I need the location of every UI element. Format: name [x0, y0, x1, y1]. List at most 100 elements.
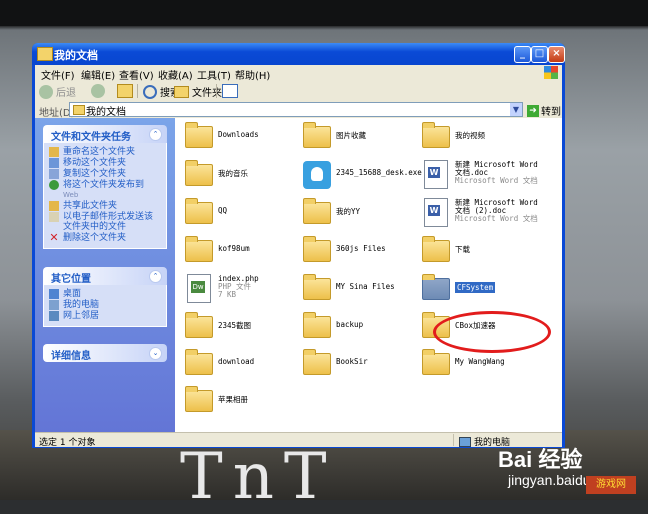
task-delete[interactable]: ✕ 删除这个文件夹	[49, 231, 161, 244]
email-icon	[49, 212, 59, 222]
windows-logo-icon	[544, 66, 558, 79]
folder-downloads-cn[interactable]: 下载	[418, 236, 536, 270]
place-desktop[interactable]: 桌面	[49, 289, 161, 299]
folder-cfsystem[interactable]: CFSystem	[418, 274, 536, 308]
file-word-doc-2[interactable]: W 新建 Microsoft Word 文档 (2).doc Microsoft Wo…	[418, 196, 538, 230]
go-button[interactable]: ➜ 转到	[527, 103, 561, 118]
details-panel: 详细信息 ⌄	[43, 344, 167, 362]
views-icon	[222, 84, 238, 98]
file-name: MY Sina Files	[336, 282, 395, 291]
delete-icon: ✕	[49, 231, 59, 244]
folder-booksir[interactable]: BookSir	[299, 349, 417, 383]
file-name: 图片收藏	[336, 131, 366, 140]
chevron-down-icon[interactable]: ▼	[510, 103, 522, 116]
search-icon	[143, 84, 157, 99]
menu-view[interactable]: 查看(V)	[119, 67, 154, 82]
file-exe[interactable]: 2345_15688_desk.exe	[299, 160, 422, 194]
task-label: 共享此文件夹	[63, 201, 118, 211]
close-button[interactable]: ×	[548, 46, 565, 63]
file-name: QQ	[218, 206, 228, 215]
folder-qq[interactable]: QQ	[181, 198, 299, 232]
file-tasks-panel: 文件和文件夹任务 ⌃ 重命名这个文件夹 移动这个文件夹 复制这个文件夹 将这个文…	[43, 125, 167, 249]
back-label: 后退	[56, 88, 76, 99]
minimize-button[interactable]: _	[514, 46, 531, 63]
other-places-list: 桌面 我的电脑 网上邻居	[43, 285, 167, 327]
task-rename[interactable]: 重命名这个文件夹	[49, 147, 161, 157]
baidu-url-watermark: jingyan.baidu	[508, 472, 591, 488]
folder-icon	[303, 122, 331, 148]
chevron-down-icon[interactable]: ⌄	[149, 347, 162, 360]
title-bar[interactable]: 我的文档 _ □ ×	[32, 43, 565, 65]
menu-file[interactable]: 文件(F)	[41, 67, 75, 82]
file-name: download	[218, 357, 255, 366]
folder-wangwang[interactable]: My WangWang	[418, 349, 536, 383]
forward-arrow-icon	[91, 84, 105, 98]
folder-music[interactable]: 我的音乐	[181, 160, 299, 194]
folder-videos[interactable]: 我的视频	[418, 122, 536, 156]
task-label: 删除这个文件夹	[63, 233, 127, 243]
folder-kof98um[interactable]: kof98um	[181, 236, 299, 270]
folder-pictures[interactable]: 图片收藏	[299, 122, 417, 156]
application-icon	[303, 161, 331, 189]
menu-tools[interactable]: 工具(T)	[197, 67, 231, 82]
folder-icon	[185, 198, 213, 224]
folder-download[interactable]: download	[181, 349, 299, 383]
file-php[interactable]: Dw index.php PHP 文件 7 KB	[181, 272, 299, 306]
file-name: 我的YY	[336, 207, 361, 216]
my-computer-icon	[459, 436, 471, 447]
back-button[interactable]: 后退	[39, 84, 76, 99]
file-size: 7 KB	[218, 290, 237, 299]
place-network[interactable]: 网上邻居	[49, 311, 161, 321]
file-name: 苹果相册	[218, 395, 248, 404]
folder-sina[interactable]: MY Sina Files	[299, 274, 417, 308]
share-icon	[49, 201, 59, 211]
move-icon	[49, 158, 59, 168]
folder-downloads[interactable]: Downloads	[181, 122, 299, 156]
file-list: Downloads 图片收藏 我的视频 我的音乐 2345_15688_desk…	[175, 118, 562, 432]
task-copy[interactable]: 复制这个文件夹	[49, 169, 161, 179]
folder-2345-screenshots[interactable]: 2345截图	[181, 312, 299, 346]
folder-icon	[73, 105, 85, 115]
file-name: 2345_15688_desk.exe	[336, 168, 422, 177]
file-name: My WangWang	[455, 357, 505, 366]
network-icon	[49, 311, 59, 321]
task-pane: 文件和文件夹任务 ⌃ 重命名这个文件夹 移动这个文件夹 复制这个文件夹 将这个文…	[35, 118, 175, 432]
folder-icon	[422, 122, 450, 148]
file-type: Microsoft Word 文档	[455, 176, 538, 185]
maximize-button[interactable]: □	[531, 46, 548, 63]
other-places-header[interactable]: 其它位置 ⌃	[43, 267, 167, 285]
address-input[interactable]: 我的文档 ▼	[69, 102, 523, 118]
folder-icon	[303, 198, 331, 224]
details-header[interactable]: 详细信息 ⌄	[43, 344, 167, 362]
highlight-circle	[433, 311, 551, 353]
menu-help[interactable]: 帮助(H)	[235, 67, 270, 82]
folders-icon	[174, 85, 189, 98]
task-label: 将这个文件夹发布到	[63, 180, 145, 190]
window-title: 我的文档	[54, 49, 98, 62]
task-publish-web[interactable]: 将这个文件夹发布到 Web	[49, 180, 161, 200]
chevron-up-icon[interactable]: ⌃	[149, 270, 162, 283]
menu-favorites[interactable]: 收藏(A)	[158, 67, 193, 82]
folder-icon	[185, 386, 213, 412]
views-button[interactable]	[222, 84, 238, 98]
up-button[interactable]	[117, 84, 133, 98]
forward-button[interactable]	[91, 84, 105, 98]
folders-button[interactable]: 文件夹	[174, 84, 222, 99]
task-label: 以电子邮件形式发送该	[63, 212, 154, 222]
back-arrow-icon	[39, 84, 53, 99]
menu-edit[interactable]: 编辑(E)	[81, 67, 115, 82]
folder-apple-album[interactable]: 苹果相册	[181, 386, 299, 420]
task-move[interactable]: 移动这个文件夹	[49, 158, 161, 168]
folder-360js[interactable]: 360js Files	[299, 236, 417, 270]
chevron-up-icon[interactable]: ⌃	[149, 128, 162, 141]
file-tasks-header[interactable]: 文件和文件夹任务 ⌃	[43, 125, 167, 143]
task-email[interactable]: 以电子邮件形式发送该 文件夹中的文件	[49, 212, 161, 232]
folder-backup[interactable]: backup	[299, 312, 417, 346]
place-my-computer[interactable]: 我的电脑	[49, 300, 161, 310]
file-word-doc[interactable]: W 新建 Microsoft Word 文档.doc Microsoft Word 文…	[418, 158, 538, 192]
task-share[interactable]: 共享此文件夹	[49, 201, 161, 211]
folder-my-yy[interactable]: 我的YY	[299, 198, 417, 232]
task-label: 移动这个文件夹	[63, 158, 127, 168]
word-document-icon: W	[424, 198, 448, 227]
folder-icon	[303, 312, 331, 338]
